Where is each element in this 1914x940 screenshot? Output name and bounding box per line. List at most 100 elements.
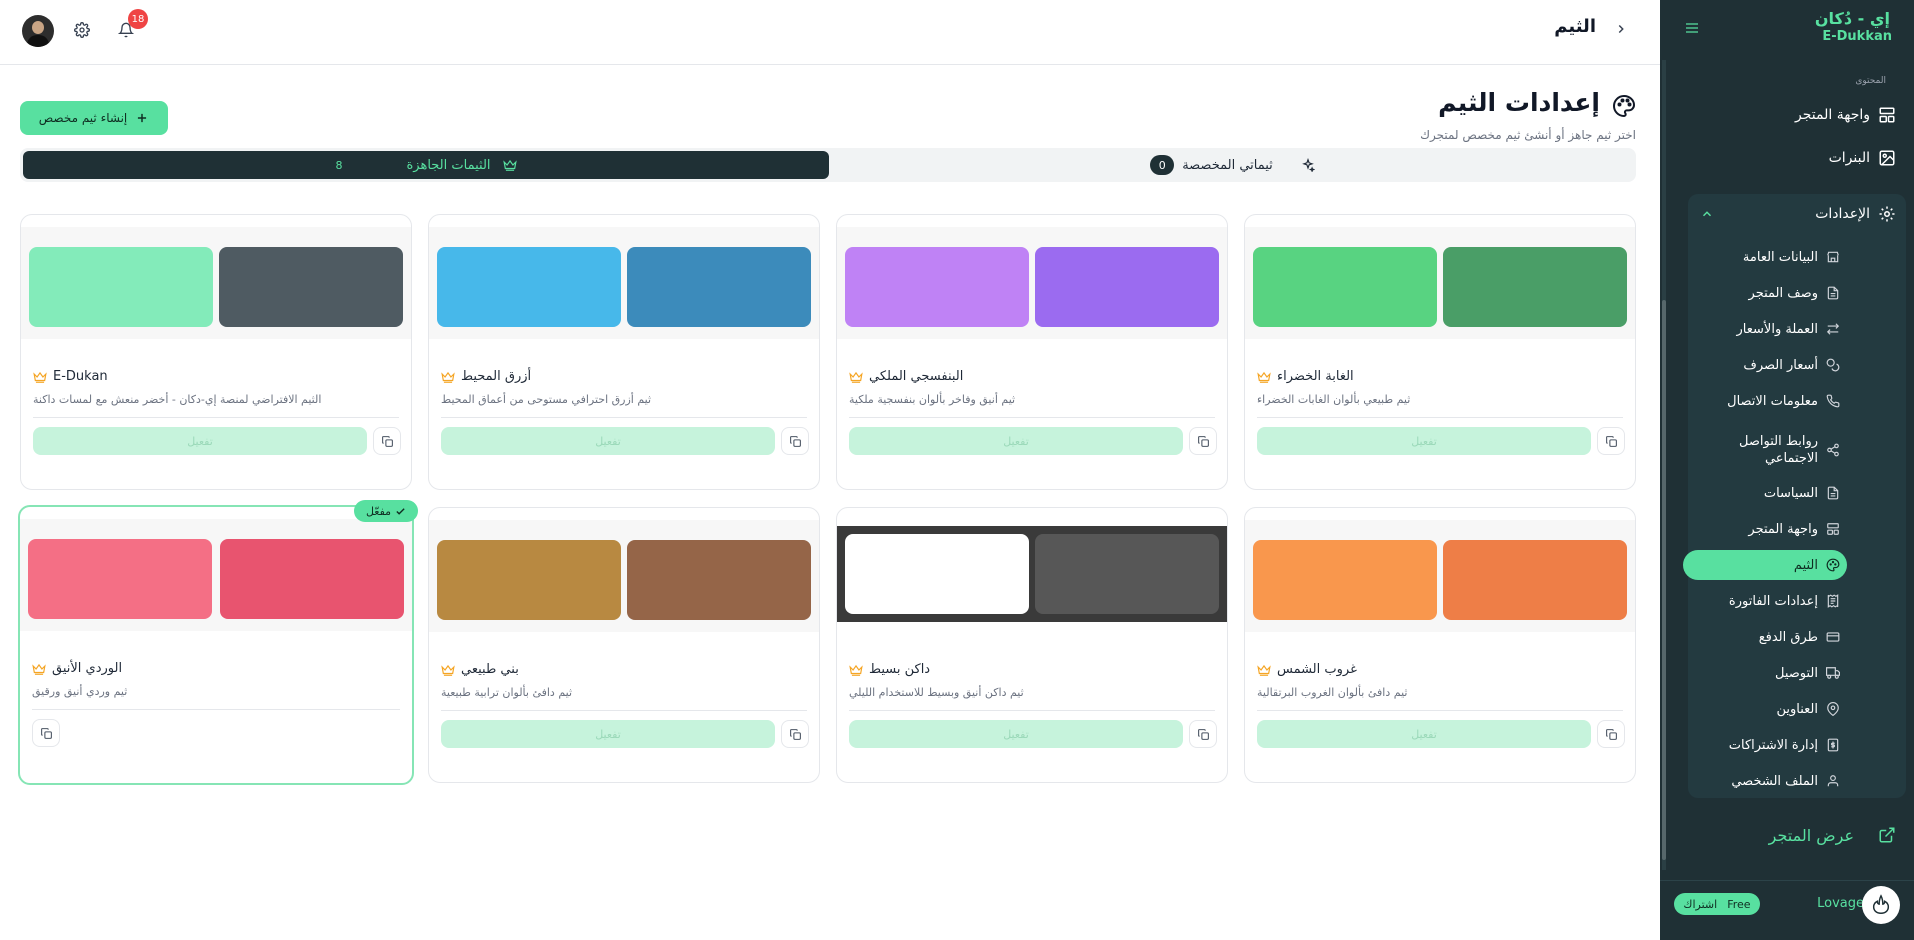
duplicate-theme-button[interactable] [1597,427,1625,455]
chevron-right-icon[interactable] [1614,22,1628,36]
document-icon [1826,286,1840,300]
sidebar-subitem-label: الثيم [1793,557,1818,573]
check-icon [395,506,406,517]
activate-theme-button[interactable]: تفعيل [1257,427,1591,455]
theme-preview [837,227,1227,339]
view-store-link[interactable]: عرض المتجر [1720,823,1896,847]
activate-theme-button[interactable]: تفعيل [1257,720,1591,748]
theme-card[interactable]: البنفسجي الملكي ثيم أنيق وفاخر بألوان بن… [836,214,1228,490]
secondary-color-swatch [1253,247,1437,327]
ready-themes-count: 8 [335,158,343,172]
sidebar-subitem-label: طرق الدفع [1758,629,1818,645]
store-logo[interactable] [1862,886,1900,924]
sidebar-subitem-label: أسعار الصرف [1743,357,1818,373]
primary-color-swatch [220,539,404,619]
sidebar-item-banners[interactable]: البنرات [1720,146,1896,170]
gear-icon[interactable] [74,22,90,38]
tab-ready-themes[interactable]: 8 الثيمات الجاهزة [23,151,829,179]
sidebar-subitem[interactable]: روابط التواصل الاجتماعي [1702,432,1840,468]
sidebar-scrollbar-thumb[interactable] [1662,300,1666,860]
truck-icon [1826,666,1840,680]
hamburger-menu-icon[interactable] [1684,20,1700,36]
theme-card[interactable]: E-Dukan الثيم الافتراضي لمنصة إي-دكان - … [20,214,412,490]
sidebar-item-storefront[interactable]: واجهة المتجر [1720,103,1896,127]
sidebar-subitem[interactable]: العناوين [1702,698,1840,720]
page-title: إعدادات الثيم [1438,88,1600,117]
theme-description: ثيم دافئ بألوان ترابية طبيعية [441,686,573,699]
theme-name: E-Dukan [53,369,108,384]
custom-themes-count: 0 [1150,155,1175,175]
sidebar-subitem[interactable]: أسعار الصرف [1702,354,1840,376]
theme-card[interactable]: داكن بسيط ثيم داكن أنيق وبسيط للاستخدام … [836,507,1228,783]
theme-name-row: بني طبيعي [441,662,519,677]
duplicate-theme-button[interactable] [373,427,401,455]
theme-card[interactable]: غروب الشمس ثيم دافئ بألوان الغروب البرتق… [1244,507,1636,783]
activate-theme-button[interactable]: تفعيل [849,427,1183,455]
secondary-color-swatch [437,540,621,620]
sidebar-subitem[interactable]: واجهة المتجر [1702,518,1840,540]
create-custom-theme-button[interactable]: إنشاء ثيم مخصص [20,101,168,135]
activate-theme-button[interactable]: تفعيل [33,427,367,455]
sidebar-item-settings[interactable]: الإعدادات [1700,202,1896,226]
plan-badge[interactable]: اشتراك Free [1674,893,1760,915]
phone-icon [1826,394,1840,408]
theme-card[interactable]: بني طبيعي ثيم دافئ بألوان ترابية طبيعية ت… [428,507,820,783]
theme-name: بني طبيعي [461,662,519,677]
theme-name: الغابة الخضراء [1277,369,1354,384]
sidebar-subitem[interactable]: وصف المتجر [1702,282,1840,304]
theme-name-row: E-Dukan [33,369,108,384]
sidebar-subitem[interactable]: إعدادات الفاتورة [1702,590,1840,612]
plan-badge-value: Free [1727,897,1751,911]
dollar-icon [1826,738,1840,752]
primary-color-swatch [1443,540,1627,620]
store-icon [1826,250,1840,264]
card-divider [441,710,807,711]
sidebar-item-label: البنرات [1828,150,1870,166]
palette-icon [1826,558,1840,572]
duplicate-theme-button[interactable] [781,720,809,748]
sidebar-subitem[interactable]: العملة والأسعار [1702,318,1840,340]
sidebar-subitem-label: الملف الشخصي [1731,773,1818,789]
tab-custom-themes[interactable]: 0 ثيماتي المخصصة [832,151,1633,179]
activate-theme-button[interactable]: تفعيل [441,427,775,455]
duplicate-theme-button[interactable] [1189,427,1217,455]
activate-theme-button[interactable]: تفعيل [441,720,775,748]
theme-description: ثيم طبيعي بألوان الغابات الخضراء [1257,393,1411,406]
theme-card[interactable]: الغابة الخضراء ثيم طبيعي بألوان الغابات … [1244,214,1636,490]
theme-card[interactable]: الوردي الأنيق ثيم وردي أنيق ورقيق [18,505,414,785]
crown-icon [1257,663,1271,677]
user-icon [1826,774,1840,788]
sidebar-subitem[interactable]: معلومات الاتصال [1702,390,1840,412]
secondary-color-swatch [437,247,621,327]
sidebar-subitem[interactable]: إدارة الاشتراكات [1702,734,1840,756]
duplicate-theme-button[interactable] [32,719,60,747]
avatar[interactable] [22,15,54,47]
copy-icon [40,727,53,740]
card-divider [441,417,807,418]
plus-icon [135,111,149,125]
sidebar-subitem[interactable]: الملف الشخصي [1702,770,1840,792]
sidebar-subitem[interactable]: طرق الدفع [1702,626,1840,648]
ready-themes-label: الثيمات الجاهزة [406,157,491,173]
theme-preview [1245,520,1635,632]
duplicate-theme-button[interactable] [1597,720,1625,748]
duplicate-theme-button[interactable] [1189,720,1217,748]
exchange-icon [1826,322,1840,336]
duplicate-theme-button[interactable] [781,427,809,455]
external-link-icon [1878,826,1896,844]
sidebar-subitem[interactable]: البيانات العامة [1702,246,1840,268]
copy-icon [789,728,802,741]
theme-preview [837,526,1227,622]
custom-themes-label: ثيماتي المخصصة [1182,157,1273,173]
sidebar-subitem[interactable]: التوصيل [1702,662,1840,684]
primary-color-swatch [627,247,811,327]
page-subtitle: اختر ثيم جاهز أو أنشئ ثيم مخصص لمتجرك [1420,128,1636,142]
activate-theme-button[interactable]: تفعيل [849,720,1183,748]
sidebar-subitem[interactable]: السياسات [1702,482,1840,504]
theme-preview [1245,227,1635,339]
sidebar-item-label: الإعدادات [1815,206,1870,222]
sidebar-item-label: واجهة المتجر [1795,107,1870,123]
sidebar-subitem[interactable]: الثيم [1690,554,1840,576]
theme-card[interactable]: أزرق المحيط ثيم أزرق احترافي مستوحى من أ… [428,214,820,490]
theme-name-row: أزرق المحيط [441,369,531,384]
